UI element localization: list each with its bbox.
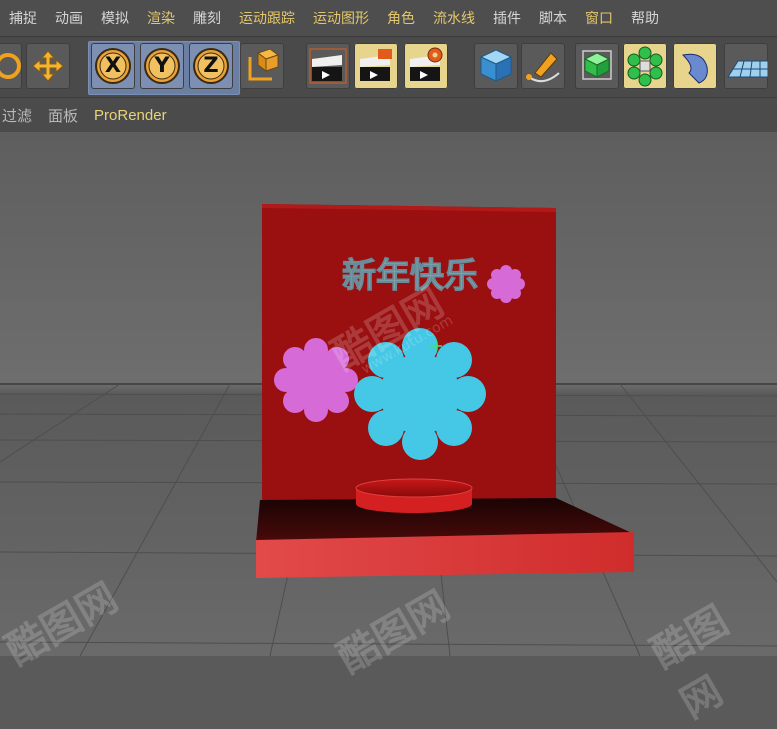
subdivision-button[interactable]: [575, 43, 619, 89]
menu-sculpt[interactable]: 雕刻: [184, 8, 230, 28]
coordinate-system-button[interactable]: [240, 43, 284, 89]
render-settings-button[interactable]: [404, 43, 448, 89]
move-icon: [32, 50, 64, 82]
pen-button[interactable]: [521, 43, 565, 89]
render-region-icon: [309, 48, 347, 84]
axis-z-label: Z: [203, 53, 219, 77]
rotate-icon: [0, 53, 21, 79]
menu-snap[interactable]: 捕捉: [0, 8, 46, 28]
viewport-menu-bar: 过滤 面板 ProRender: [0, 97, 777, 133]
cube-icon: [479, 49, 513, 82]
base-front: [256, 532, 634, 578]
menu-help[interactable]: 帮助: [622, 8, 668, 28]
menu-plugins[interactable]: 插件: [484, 8, 530, 28]
menu-animate[interactable]: 动画: [46, 8, 92, 28]
menu-simulate[interactable]: 模拟: [92, 8, 138, 28]
cube-button[interactable]: [474, 43, 518, 89]
menu-window[interactable]: 窗口: [576, 8, 622, 28]
cylinder-pedestal: [355, 478, 473, 513]
axis-y-button[interactable]: Y: [140, 43, 184, 89]
menu-mograph[interactable]: 运动图形: [304, 8, 378, 28]
panel-panel[interactable]: 面板: [40, 105, 86, 126]
floor-button[interactable]: [724, 43, 768, 89]
axis-x-label: X: [104, 53, 122, 77]
toolbar: X Y Z: [0, 36, 777, 97]
menu-motion-tracking[interactable]: 运动跟踪: [230, 8, 304, 28]
render-view-icon: [360, 49, 392, 81]
3d-viewport[interactable]: 新年快乐 酷图网 www.kutu.com 酷图网 酷图网 酷图网: [0, 132, 777, 728]
render-settings-icon: [410, 47, 443, 81]
menu-character[interactable]: 角色: [378, 8, 424, 28]
menu-bar: 捕捉 动画 模拟 渲染 雕刻 运动跟踪 运动图形 角色 流水线 插件 脚本 窗口…: [0, 0, 777, 36]
render-view-button[interactable]: [354, 43, 398, 89]
floor-icon: [727, 60, 768, 78]
subdivision-icon: [582, 50, 612, 80]
coordinate-system-icon: [248, 48, 280, 81]
render-region-button[interactable]: [306, 43, 350, 89]
menu-script[interactable]: 脚本: [530, 8, 576, 28]
axis-x-button[interactable]: X: [91, 43, 135, 89]
viewport-canvas: 新年快乐: [0, 132, 777, 657]
menu-pipeline[interactable]: 流水线: [424, 8, 484, 28]
deformer-icon: [681, 53, 708, 84]
move-button[interactable]: [26, 43, 70, 89]
axis-z-button[interactable]: Z: [189, 43, 233, 89]
cloner-button[interactable]: [623, 43, 667, 89]
panel-prorender[interactable]: ProRender: [86, 107, 175, 124]
deformer-button[interactable]: [673, 43, 717, 89]
cloner-icon: [627, 46, 663, 87]
rotate-button[interactable]: [0, 43, 22, 89]
menu-render[interactable]: 渲染: [138, 8, 184, 28]
panel-filter[interactable]: 过滤: [0, 105, 40, 126]
axis-y-label: Y: [154, 53, 170, 77]
pen-icon: [526, 52, 560, 83]
